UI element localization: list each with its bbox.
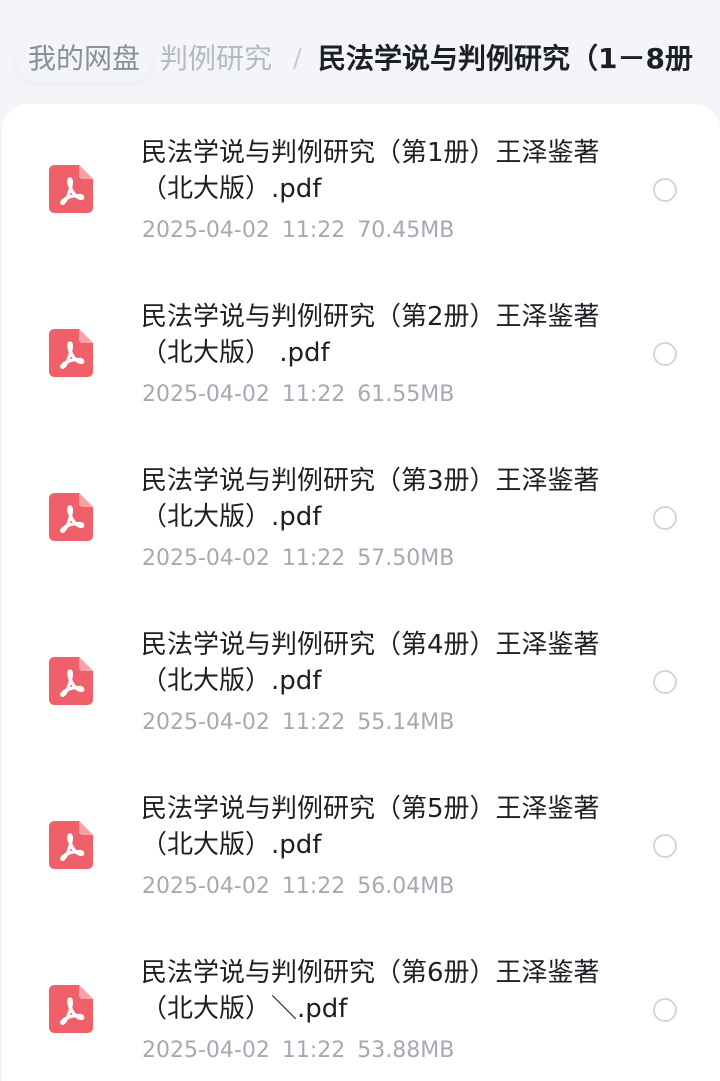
file-name: 民法学说与判例研究（第6册）王泽鉴著 （北大版）＼.pdf [141,958,600,1024]
file-date: 2025-04-02 [142,710,270,735]
file-time: 11:22 [281,218,346,243]
file-date: 2025-04-02 [142,218,270,243]
file-list-item[interactable]: 民法学说与判例研究（第5册）王泽鉴著 （北大版）.pdf 2025-04-02 1… [2,760,720,924]
file-list-item[interactable]: 民法学说与判例研究（第1册）王泽鉴著 （北大版）.pdf 2025-04-02 1… [2,104,720,268]
file-meta: 2025-04-02 11:22 55.14MB [142,709,454,737]
file-list-item[interactable]: 民法学说与判例研究（第6册）王泽鉴著 （北大版）＼.pdf 2025-04-02… [2,924,720,1081]
pdf-file-icon [49,985,93,1033]
file-list: 民法学说与判例研究（第1册）王泽鉴著 （北大版）.pdf 2025-04-02 1… [2,104,720,1081]
pdf-file-icon [49,821,93,869]
file-meta: 2025-04-02 11:22 56.04MB [142,873,454,901]
file-list-item[interactable]: 民法学说与判例研究（第3册）王泽鉴著 （北大版）.pdf 2025-04-02 1… [2,432,720,596]
file-list-item[interactable]: 民法学说与判例研究（第4册）王泽鉴著 （北大版）.pdf 2025-04-02 1… [2,596,720,760]
breadcrumb: 判例研究 我的网盘 / 民法学说与判例研究（1－8册 [0,0,720,104]
file-date: 2025-04-02 [142,546,270,571]
file-time: 11:22 [281,710,346,735]
file-meta: 2025-04-02 11:22 61.55MB [142,381,454,409]
file-size: 56.04MB [357,874,455,899]
pdf-file-icon [49,657,93,705]
file-name: 民法学说与判例研究（第2册）王泽鉴著 （北大版） .pdf [141,302,600,368]
file-size: 70.45MB [357,218,455,243]
file-browser-page: 判例研究 我的网盘 / 民法学说与判例研究（1－8册 民法学说与判例研究（第1册… [0,0,720,1081]
pdf-file-icon [49,329,93,377]
breadcrumb-item-root[interactable]: 我的网盘 [16,36,153,82]
radio-circle-icon[interactable] [653,998,677,1022]
radio-circle-icon[interactable] [653,178,677,202]
radio-circle-icon[interactable] [653,670,677,694]
file-size: 57.50MB [357,546,455,571]
pdf-file-icon [49,165,93,213]
radio-circle-icon[interactable] [653,342,677,366]
file-size: 55.14MB [357,710,455,735]
breadcrumb-item-parent[interactable]: 判例研究 [160,36,272,82]
file-time: 11:22 [281,382,346,407]
file-meta: 2025-04-02 11:22 70.45MB [142,217,454,245]
radio-circle-icon[interactable] [653,506,677,530]
file-name: 民法学说与判例研究（第1册）王泽鉴著 （北大版）.pdf [141,138,600,204]
file-size: 53.88MB [357,1038,455,1063]
breadcrumb-separator: / [293,44,302,74]
file-meta: 2025-04-02 11:22 57.50MB [142,545,454,573]
file-date: 2025-04-02 [142,1038,270,1063]
breadcrumb-item-current: 民法学说与判例研究（1－8册 [318,42,693,75]
file-time: 11:22 [281,874,346,899]
file-name: 民法学说与判例研究（第5册）王泽鉴著 （北大版）.pdf [141,794,600,860]
pdf-file-icon [49,493,93,541]
radio-circle-icon[interactable] [653,834,677,858]
file-name: 民法学说与判例研究（第3册）王泽鉴著 （北大版）.pdf [141,466,600,532]
file-name: 民法学说与判例研究（第4册）王泽鉴著 （北大版）.pdf [141,630,600,696]
file-meta: 2025-04-02 11:22 53.88MB [142,1037,454,1065]
file-time: 11:22 [281,1038,346,1063]
file-time: 11:22 [281,546,346,571]
file-size: 61.55MB [357,382,455,407]
file-list-item[interactable]: 民法学说与判例研究（第2册）王泽鉴著 （北大版） .pdf 2025-04-02… [2,268,720,432]
file-date: 2025-04-02 [142,874,270,899]
file-date: 2025-04-02 [142,382,270,407]
